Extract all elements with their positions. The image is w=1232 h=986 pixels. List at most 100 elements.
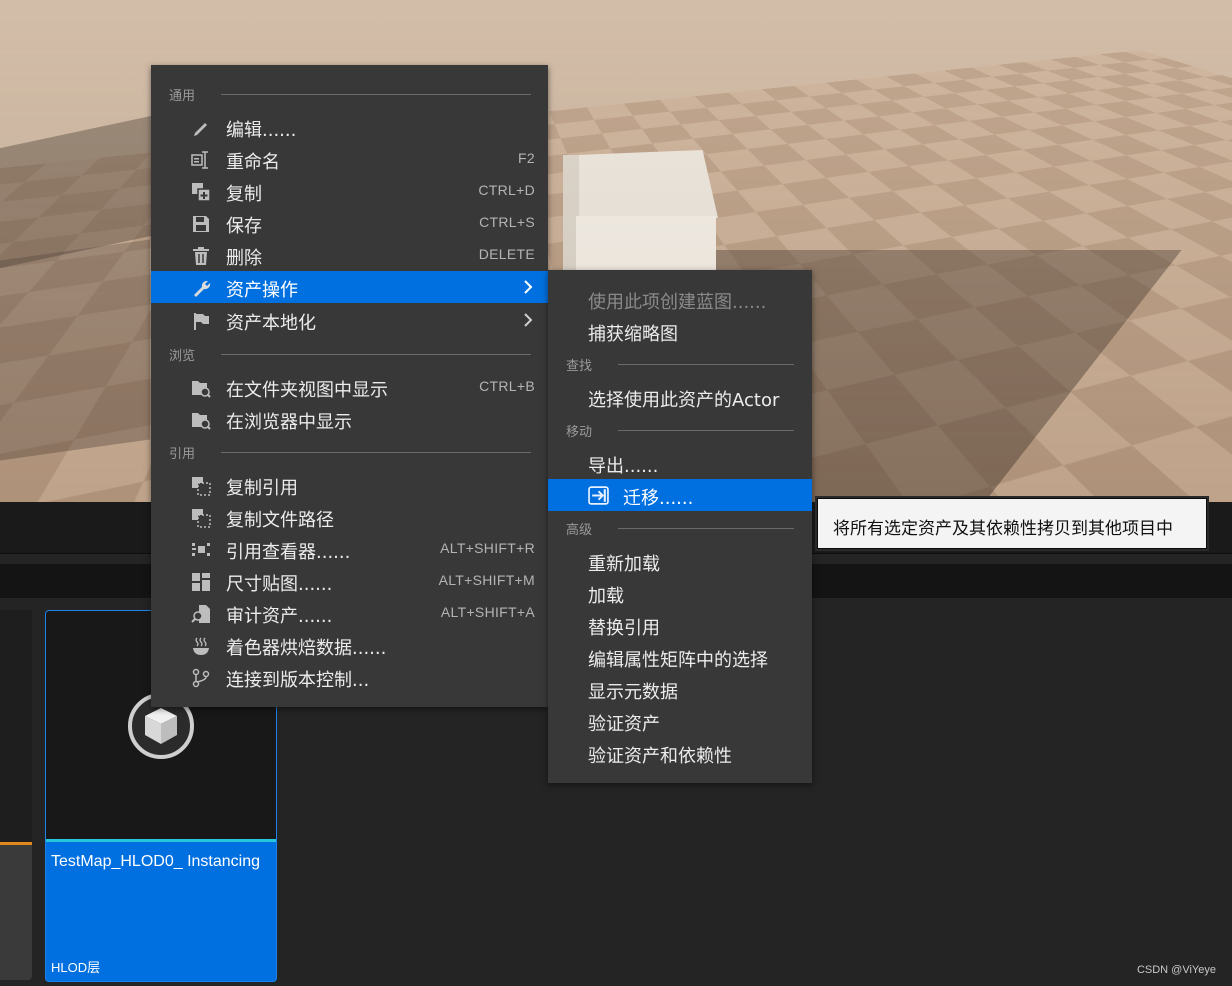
menu-item-copy-file-path[interactable]: 复制文件路径 bbox=[151, 501, 548, 533]
shortcut-label: CTRL+B bbox=[479, 378, 535, 394]
menu-item-create-blueprint[interactable]: 使用此项创建蓝图...... bbox=[548, 283, 812, 315]
save-icon bbox=[193, 216, 209, 232]
migrate-tooltip: 将所有选定资产及其依赖性拷贝到其他项目中 bbox=[817, 498, 1207, 549]
shortcut-label: CTRL+S bbox=[479, 214, 535, 230]
asset-type-color-bar bbox=[0, 842, 32, 845]
menu-item-label: 复制 bbox=[226, 184, 262, 205]
menu-item-label: 编辑属性矩阵中的选择 bbox=[588, 650, 768, 671]
menu-item-label: 编辑...... bbox=[226, 120, 297, 141]
menu-item-edit[interactable]: 编辑...... bbox=[151, 111, 548, 143]
menu-item-label: 复制文件路径 bbox=[226, 510, 334, 531]
shortcut-label: ALT+SHIFT+R bbox=[440, 540, 535, 556]
reference-viewer-icon bbox=[192, 543, 210, 556]
size-map-icon bbox=[192, 573, 210, 591]
menu-item-replace-references[interactable]: 替换引用 bbox=[548, 609, 812, 641]
section-label: 引用 bbox=[169, 447, 196, 462]
section-advanced: 高级 bbox=[566, 519, 794, 539]
menu-item-save[interactable]: 保存 CTRL+S bbox=[151, 207, 548, 239]
menu-item-label: 连接到版本控制... bbox=[226, 670, 370, 691]
asset-actions-submenu: 使用此项创建蓝图...... 捕获缩略图 查找 选择使用此资产的Actor 移动… bbox=[548, 270, 812, 783]
divider bbox=[221, 452, 531, 453]
menu-item-show-in-folder-view[interactable]: 在文件夹视图中显示 CTRL+B bbox=[151, 371, 548, 403]
menu-item-label: 保存 bbox=[226, 216, 262, 237]
duplicate-icon bbox=[192, 183, 211, 202]
menu-item-validate-assets-dependencies[interactable]: 验证资产和依赖性 bbox=[548, 737, 812, 769]
menu-item-duplicate[interactable]: 复制 CTRL+D bbox=[151, 175, 548, 207]
menu-item-export[interactable]: 导出...... bbox=[548, 447, 812, 479]
menu-item-label: 迁移...... bbox=[623, 488, 694, 509]
menu-item-label: 替换引用 bbox=[588, 618, 660, 639]
menu-item-label: 捕获缩略图 bbox=[588, 324, 678, 345]
pencil-icon bbox=[194, 123, 207, 136]
copy-path-icon bbox=[192, 509, 211, 528]
menu-item-label: 资产操作 bbox=[226, 280, 298, 301]
steaming-bowl-icon bbox=[193, 637, 209, 655]
section-find: 查找 bbox=[566, 355, 794, 375]
menu-item-reference-viewer[interactable]: 引用查看器...... ALT+SHIFT+R bbox=[151, 533, 548, 565]
migrate-icon bbox=[588, 486, 609, 505]
menu-item-asset-actions[interactable]: 资产操作 bbox=[151, 271, 548, 303]
menu-item-label: 选择使用此资产的Actor bbox=[588, 390, 780, 411]
folder-search-icon bbox=[192, 381, 211, 398]
menu-item-rename[interactable]: 重命名 F2 bbox=[151, 143, 548, 175]
divider bbox=[221, 94, 531, 95]
asset-tile-partial[interactable] bbox=[0, 610, 32, 980]
menu-item-label: 在浏览器中显示 bbox=[226, 412, 352, 433]
section-label: 查找 bbox=[566, 359, 593, 374]
menu-item-delete[interactable]: 删除 DELETE bbox=[151, 239, 548, 271]
shortcut-label: ALT+SHIFT+M bbox=[438, 572, 535, 588]
menu-item-label: 导出...... bbox=[588, 456, 659, 477]
menu-item-select-actors-using-asset[interactable]: 选择使用此资产的Actor bbox=[548, 381, 812, 413]
menu-item-label: 着色器烘焙数据...... bbox=[226, 638, 387, 659]
shortcut-label: F2 bbox=[518, 150, 535, 166]
menu-item-show-metadata[interactable]: 显示元数据 bbox=[548, 673, 812, 705]
menu-item-label: 显示元数据 bbox=[588, 682, 678, 703]
asset-thumbnail bbox=[0, 610, 32, 842]
menu-item-label: 审计资产...... bbox=[226, 606, 333, 627]
menu-item-label: 复制引用 bbox=[226, 478, 298, 499]
shortcut-label: CTRL+D bbox=[478, 182, 535, 198]
menu-item-validate-assets[interactable]: 验证资产 bbox=[548, 705, 812, 737]
rename-icon bbox=[191, 151, 208, 169]
menu-item-capture-thumbnail[interactable]: 捕获缩略图 bbox=[548, 315, 812, 347]
section-browse: 浏览 bbox=[169, 345, 531, 365]
menu-item-edit-property-matrix[interactable]: 编辑属性矩阵中的选择 bbox=[548, 641, 812, 673]
flag-icon bbox=[194, 313, 209, 330]
trash-icon bbox=[193, 247, 209, 265]
section-label: 通用 bbox=[169, 89, 196, 104]
menu-item-reload[interactable]: 重新加载 bbox=[548, 545, 812, 577]
section-general: 通用 bbox=[169, 85, 531, 105]
menu-item-label: 使用此项创建蓝图...... bbox=[588, 292, 767, 313]
menu-item-load[interactable]: 加载 bbox=[548, 577, 812, 609]
menu-item-label: 引用查看器...... bbox=[226, 542, 351, 563]
menu-item-copy-reference[interactable]: 复制引用 bbox=[151, 469, 548, 501]
menu-item-label: 重新加载 bbox=[588, 554, 660, 575]
menu-item-audit-assets[interactable]: 审计资产...... ALT+SHIFT+A bbox=[151, 597, 548, 629]
section-reference: 引用 bbox=[169, 443, 531, 463]
asset-type-color-bar bbox=[46, 839, 276, 842]
menu-item-connect-source-control[interactable]: 连接到版本控制... bbox=[151, 661, 548, 693]
menu-item-label: 在文件夹视图中显示 bbox=[226, 380, 388, 401]
folder-search-icon bbox=[192, 413, 211, 430]
shortcut-label: DELETE bbox=[478, 246, 535, 262]
menu-item-asset-localization[interactable]: 资产本地化 bbox=[151, 304, 548, 336]
section-label: 高级 bbox=[566, 523, 593, 538]
menu-item-label: 验证资产 bbox=[588, 714, 660, 735]
section-move: 移动 bbox=[566, 421, 794, 441]
menu-item-label: 加载 bbox=[588, 586, 624, 607]
menu-item-label: 删除 bbox=[226, 248, 262, 269]
section-label: 浏览 bbox=[169, 349, 196, 364]
menu-item-shader-bake-data[interactable]: 着色器烘焙数据...... bbox=[151, 629, 548, 661]
asset-name: TestMap_HLOD0_ Instancing bbox=[51, 853, 260, 870]
menu-item-label: 尺寸贴图...... bbox=[226, 574, 333, 595]
menu-item-label: 验证资产和依赖性 bbox=[588, 746, 732, 767]
menu-item-label: 重命名 bbox=[226, 152, 280, 173]
menu-item-migrate[interactable]: 迁移...... bbox=[548, 479, 812, 511]
menu-item-show-in-browser[interactable]: 在浏览器中显示 bbox=[151, 403, 548, 435]
divider bbox=[618, 528, 794, 529]
menu-item-size-map[interactable]: 尺寸贴图...... ALT+SHIFT+M bbox=[151, 565, 548, 597]
watermark: CSDN @ViYeye bbox=[1136, 964, 1216, 976]
divider bbox=[221, 354, 531, 355]
audit-icon bbox=[191, 605, 210, 623]
chevron-right-icon bbox=[524, 280, 533, 294]
